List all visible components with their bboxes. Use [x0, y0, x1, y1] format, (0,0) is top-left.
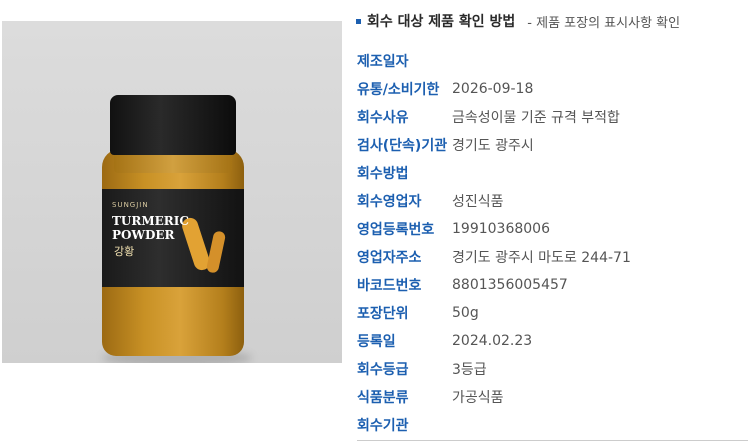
- detail-label: 제조일자: [357, 54, 409, 70]
- detail-value: 경기도 광주시 마도로 244-71: [452, 250, 631, 266]
- detail-value: 3등급: [452, 362, 487, 378]
- detail-row-business-address: 영업자주소 경기도 광주시 마도로 244-71: [357, 243, 747, 271]
- detail-value: 2024.02.23: [452, 333, 533, 349]
- detail-label: 검사(단속)기관: [357, 138, 448, 154]
- detail-row-recall-grade: 회수등급 3등급: [357, 355, 747, 383]
- product-photo: SUNGJIN TURMERIC POWDER 강황: [2, 21, 342, 363]
- detail-row-barcode: 바코드번호 8801356005457: [357, 271, 747, 299]
- label-product-name-line2: POWDER: [112, 228, 175, 242]
- bottom-divider: [357, 440, 748, 441]
- detail-row-inspection-agency: 검사(단속)기관 경기도 광주시: [357, 131, 747, 159]
- detail-label: 회수영업자: [357, 194, 422, 210]
- detail-value: 19910368006: [452, 221, 550, 237]
- detail-value: 8801356005457: [452, 277, 568, 293]
- detail-row-business-name: 회수영업자 성진식품: [357, 187, 747, 215]
- detail-label: 바코드번호: [357, 278, 422, 294]
- detail-row-recall-reason: 회수사유 금속성이물 기준 규격 부적합: [357, 103, 747, 131]
- detail-value: 가공식품: [452, 390, 504, 406]
- detail-label: 회수방법: [357, 166, 409, 182]
- detail-value: 성진식품: [452, 194, 504, 210]
- recall-details-list: 제조일자 유통/소비기한 2026-09-18 회수사유 금속성이물 기준 규격…: [357, 47, 747, 439]
- detail-label: 식품분류: [357, 390, 409, 406]
- detail-value: 경기도 광주시: [452, 138, 534, 154]
- label-brand-text: SUNGJIN: [112, 201, 149, 209]
- jar-lid: [110, 95, 236, 155]
- detail-label: 회수사유: [357, 110, 409, 126]
- detail-label: 회수등급: [357, 362, 409, 378]
- detail-row-food-category: 식품분류 가공식품: [357, 383, 747, 411]
- detail-row-registration-number: 영업등록번호 19910368006: [357, 215, 747, 243]
- detail-row-expiry: 유통/소비기한 2026-09-18: [357, 75, 747, 103]
- detail-row-recall-agency: 회수기관: [357, 411, 747, 439]
- detail-row-registration-date: 등록일 2024.02.23: [357, 327, 747, 355]
- square-bullet-icon: [356, 18, 361, 24]
- label-korean-name: 강황: [114, 245, 135, 258]
- detail-label: 회수기관: [357, 418, 409, 434]
- section-title: 회수 대상 제품 확인 방법 - 제품 포장의 표시사항 확인: [356, 11, 680, 31]
- detail-row-recall-method: 회수방법: [357, 159, 747, 187]
- detail-value: 50g: [452, 305, 479, 321]
- detail-label: 포장단위: [357, 306, 409, 322]
- label-product-name-line1: TURMERIC: [112, 214, 189, 228]
- detail-value: 2026-09-18: [452, 81, 534, 97]
- detail-label: 등록일: [357, 334, 396, 350]
- detail-row-package-unit: 포장단위 50g: [357, 299, 747, 327]
- detail-label: 영업등록번호: [357, 222, 435, 238]
- section-title-text: 회수 대상 제품 확인 방법: [367, 14, 516, 30]
- detail-label: 영업자주소: [357, 250, 422, 266]
- detail-row-manufacture-date: 제조일자: [357, 47, 747, 75]
- section-subtitle-text: - 제품 포장의 표시사항 확인: [527, 15, 681, 31]
- detail-label: 유통/소비기한: [357, 82, 440, 98]
- detail-value: 금속성이물 기준 규격 부적합: [452, 110, 620, 126]
